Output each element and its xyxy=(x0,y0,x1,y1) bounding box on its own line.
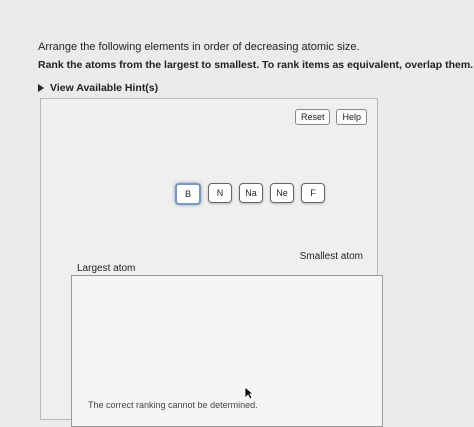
mouse-pointer-icon xyxy=(244,386,254,400)
help-button[interactable]: Help xyxy=(336,109,367,125)
atom-tile-b[interactable]: B xyxy=(175,183,201,205)
ranking-panel: Reset Help B N Na Ne F Smallest atom Lar… xyxy=(40,98,383,427)
atom-tile-f[interactable]: F xyxy=(301,183,325,203)
atom-tile-ne[interactable]: Ne xyxy=(270,183,294,203)
atom-tile-n[interactable]: N xyxy=(208,183,232,203)
triangle-right-icon xyxy=(38,84,44,92)
reset-button[interactable]: Reset xyxy=(294,109,331,125)
panel-toolbar: Reset Help xyxy=(294,109,367,125)
smallest-atom-label: Smallest atom xyxy=(299,251,363,262)
view-hints-toggle[interactable]: View Available Hint(s) xyxy=(38,82,158,94)
atom-tile-na[interactable]: Na xyxy=(239,183,263,203)
instruction-line-1: Arrange the following elements in order … xyxy=(38,41,360,53)
atom-items: B N Na Ne F xyxy=(175,183,325,205)
instruction-line-2: Rank the atoms from the largest to small… xyxy=(38,59,474,71)
instructions: Arrange the following elements in order … xyxy=(38,40,473,73)
feedback-message: The correct ranking cannot be determined… xyxy=(88,400,258,410)
view-hints-label: View Available Hint(s) xyxy=(50,82,159,94)
largest-atom-label: Largest atom xyxy=(77,263,136,274)
